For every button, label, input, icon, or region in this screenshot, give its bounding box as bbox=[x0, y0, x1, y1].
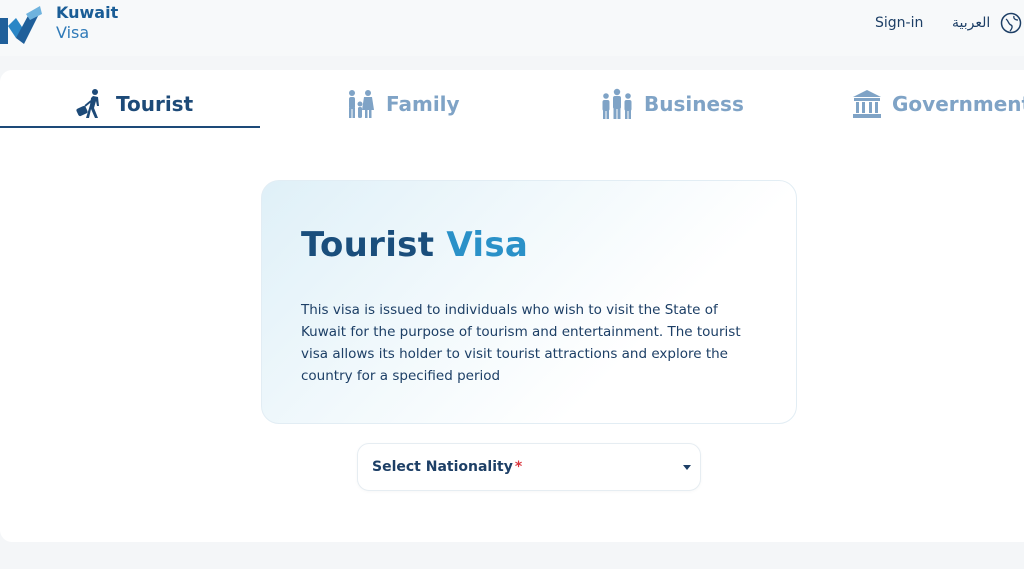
nationality-select-label: Select Nationality * bbox=[372, 459, 522, 475]
tab-tourist-label: Tourist bbox=[116, 92, 194, 116]
business-people-icon bbox=[602, 88, 632, 119]
brand-subtitle: Visa bbox=[56, 23, 90, 42]
tab-tourist[interactable]: Tourist bbox=[74, 80, 193, 128]
visa-title-part2: Visa bbox=[446, 225, 529, 265]
tab-business-label: Business bbox=[644, 92, 744, 116]
tab-government-label: Government bbox=[892, 92, 1024, 116]
chevron-down-icon bbox=[683, 465, 691, 470]
globe-icon[interactable] bbox=[1000, 12, 1022, 34]
government-building-icon bbox=[853, 90, 881, 118]
kuwait-visa-logo[interactable] bbox=[0, 4, 44, 44]
required-marker: * bbox=[514, 459, 523, 475]
visa-title: Tourist Visa bbox=[301, 225, 528, 265]
tab-government[interactable]: Government bbox=[852, 80, 1024, 128]
visa-description: This visa is issued to individuals who w… bbox=[301, 302, 741, 384]
family-icon bbox=[349, 90, 374, 118]
visa-title-part1: Tourist bbox=[301, 225, 435, 265]
active-tab-indicator bbox=[0, 126, 260, 128]
visa-info-panel: Tourist Visa This visa is issued to indi… bbox=[261, 180, 797, 424]
visa-card: Tourist Family Business Government Touri… bbox=[0, 70, 1024, 542]
tab-family-label: Family bbox=[386, 92, 460, 116]
tab-business[interactable]: Business bbox=[600, 80, 744, 128]
nationality-select[interactable]: Select Nationality * bbox=[357, 443, 701, 491]
signin-link[interactable]: Sign-in bbox=[875, 15, 923, 31]
traveler-icon bbox=[76, 89, 99, 118]
brand-name: Kuwait bbox=[56, 3, 119, 22]
language-switch[interactable]: العربية bbox=[952, 15, 990, 31]
nationality-select-text: Select Nationality bbox=[372, 459, 513, 475]
top-header: Kuwait Visa Sign-in العربية bbox=[0, 0, 1024, 56]
tab-family[interactable]: Family bbox=[344, 80, 460, 128]
